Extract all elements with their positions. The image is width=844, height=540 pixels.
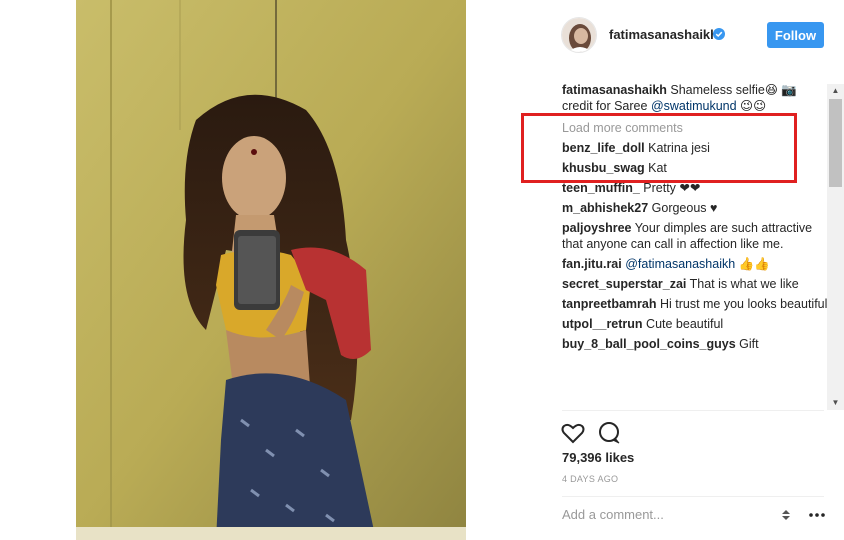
post-caption: fatimasanashaikh Shameless selfie😆 📷 cre… bbox=[562, 82, 828, 114]
comments-scrollbar[interactable]: ▲ ▼ bbox=[827, 84, 844, 410]
comment-text-after: 👍👍 bbox=[735, 257, 770, 271]
comment-author[interactable]: benz_life_doll bbox=[562, 141, 645, 155]
post-side-panel: fatimasanashaikh Follow fatimasanashaikh… bbox=[540, 0, 844, 540]
comment-item: buy_8_ball_pool_coins_guys Gift bbox=[562, 336, 828, 352]
caption-mention[interactable]: @swatimukund bbox=[651, 99, 737, 113]
comment-text: Katrina jesi bbox=[644, 141, 710, 155]
comment-text: Gift bbox=[735, 337, 759, 351]
verified-badge-icon bbox=[713, 28, 725, 40]
divider bbox=[562, 496, 824, 497]
follow-button[interactable]: Follow bbox=[767, 22, 824, 48]
comment-author[interactable]: teen_muffin_ bbox=[562, 181, 640, 195]
comment-bubble-icon[interactable] bbox=[596, 420, 622, 446]
post-timestamp[interactable]: 4 DAYS AGO bbox=[562, 474, 618, 484]
comment-author[interactable]: paljoyshree bbox=[562, 221, 631, 235]
comment-text: That is what we like bbox=[686, 277, 799, 291]
comment-author[interactable]: khusbu_swag bbox=[562, 161, 645, 175]
add-comment-input[interactable] bbox=[562, 507, 762, 522]
comment-item: utpol__retrun Cute beautiful bbox=[562, 316, 828, 332]
comment-item: benz_life_doll Katrina jesi bbox=[562, 140, 828, 156]
comment-item: secret_superstar_zai That is what we lik… bbox=[562, 276, 828, 292]
comment-item: m_abhishek27 Gorgeous ♥ bbox=[562, 200, 828, 216]
comment-author[interactable]: m_abhishek27 bbox=[562, 201, 648, 215]
comment-author[interactable]: utpol__retrun bbox=[562, 317, 643, 331]
comment-item: khusbu_swag Kat bbox=[562, 160, 828, 176]
comment-text: Hi trust me you looks beautiful bbox=[656, 297, 828, 311]
caption-text-after: 😉😉 bbox=[736, 99, 767, 113]
comment-author[interactable]: secret_superstar_zai bbox=[562, 277, 686, 291]
more-options-icon[interactable] bbox=[807, 508, 827, 522]
comment-mention[interactable]: @fatimasanashaikh bbox=[625, 257, 735, 271]
selfie-image bbox=[76, 0, 466, 540]
comment-text: Cute beautiful bbox=[642, 317, 724, 331]
scroll-up-arrow-icon[interactable]: ▲ bbox=[827, 84, 844, 98]
comment-author[interactable]: buy_8_ball_pool_coins_guys bbox=[562, 337, 736, 351]
comments-list: fatimasanashaikh Shameless selfie😆 📷 cre… bbox=[562, 82, 828, 410]
scroll-down-arrow-icon[interactable]: ▼ bbox=[827, 396, 844, 410]
divider bbox=[562, 410, 824, 411]
comment-author[interactable]: tanpreetbamrah bbox=[562, 297, 656, 311]
comment-item: tanpreetbamrah Hi trust me you looks bea… bbox=[562, 296, 828, 312]
post-header: fatimasanashaikh Follow bbox=[540, 0, 844, 70]
heart-icon[interactable] bbox=[560, 420, 586, 446]
scrollbar-thumb[interactable] bbox=[829, 99, 842, 187]
comment-author[interactable]: fan.jitu.rai bbox=[562, 257, 622, 271]
comment-item: paljoyshree Your dimples are such attrac… bbox=[562, 220, 828, 252]
post-photo[interactable] bbox=[76, 0, 466, 540]
avatar[interactable] bbox=[561, 17, 597, 53]
comment-text: Pretty ❤❤ bbox=[639, 181, 701, 195]
comment-item: fan.jitu.rai @fatimasanashaikh 👍👍 bbox=[562, 256, 828, 272]
likes-count[interactable]: 79,396 likes bbox=[562, 450, 634, 465]
comment-item: teen_muffin_ Pretty ❤❤ bbox=[562, 180, 828, 196]
avatar-image bbox=[562, 18, 596, 52]
post-username[interactable]: fatimasanashaikh bbox=[609, 27, 718, 42]
load-more-comments-link[interactable]: Load more comments bbox=[562, 120, 828, 136]
comment-text: Kat bbox=[644, 161, 667, 175]
caption-author[interactable]: fatimasanashaikh bbox=[562, 83, 667, 97]
comment-text: Gorgeous ♥ bbox=[648, 201, 718, 215]
resize-spinner-icon[interactable] bbox=[780, 508, 792, 522]
